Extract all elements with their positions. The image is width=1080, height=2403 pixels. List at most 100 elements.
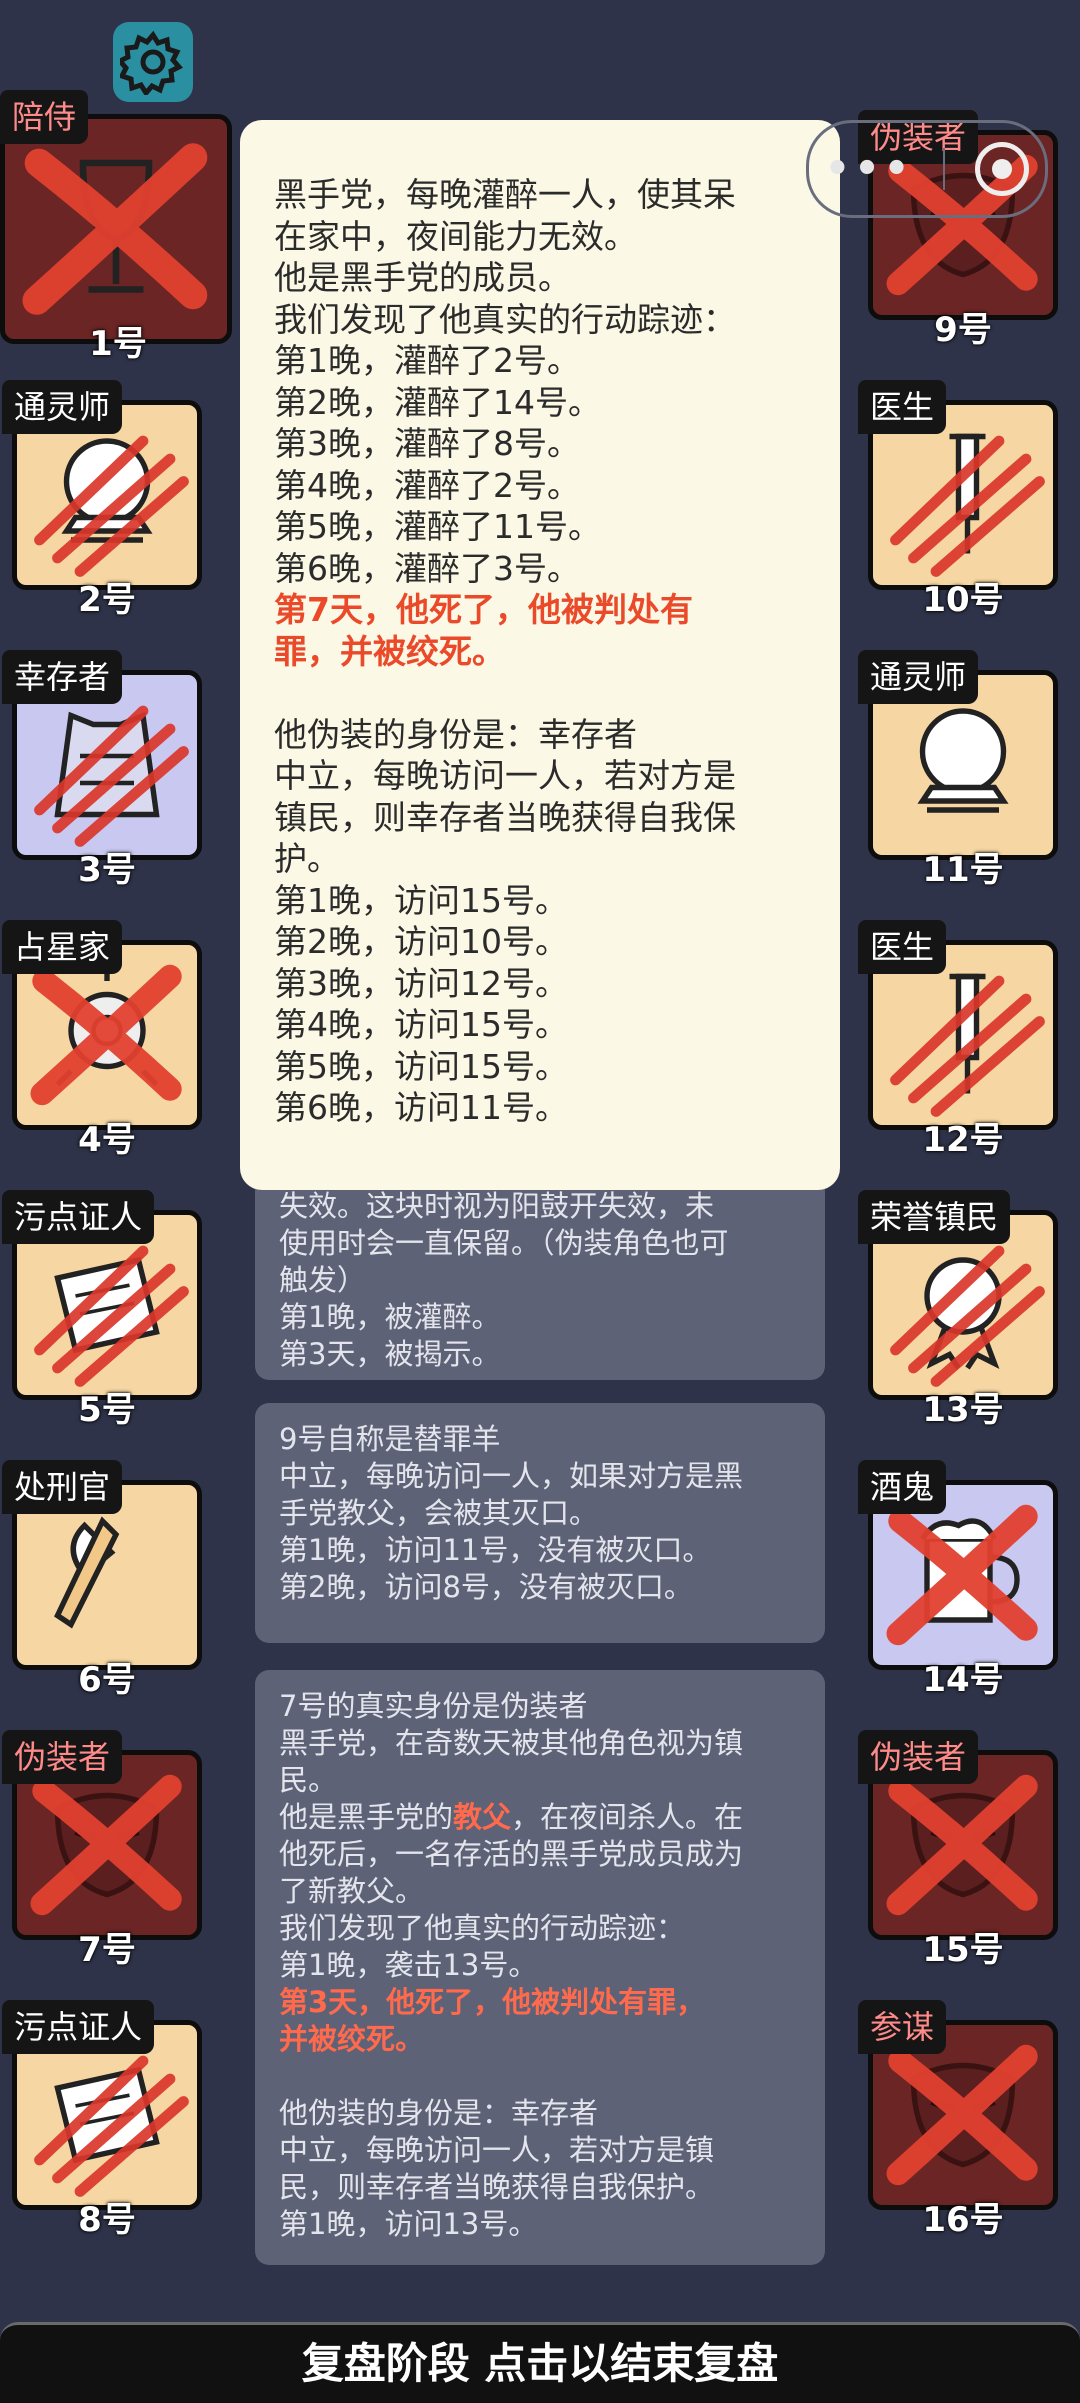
popup-line: 第2晚，访问10号。 xyxy=(274,922,568,961)
popup-line: 黑手党，每晚灌醉一人，使其呆 xyxy=(274,175,736,214)
role-label: 处刑官 xyxy=(2,1460,123,1514)
player-slot-p7[interactable]: 伪装者 7号 xyxy=(2,1730,212,1970)
role-label: 荣誉镇民 xyxy=(858,1190,1011,1244)
player-slot-p14[interactable]: 酒鬼 14号 xyxy=(858,1460,1068,1700)
popup-line: 他是黑手党的成员。 xyxy=(274,258,571,297)
player-number: 14号 xyxy=(922,1660,1004,1700)
popup-line: 第3晚，灌醉了8号。 xyxy=(274,424,580,463)
popup-line: 第2晚，灌醉了14号。 xyxy=(274,382,601,422)
player-number: 8号 xyxy=(78,2200,136,2240)
log-line: 他是黑手党的教父，在夜间杀人。在 xyxy=(279,1800,744,1834)
role-label: 伪装者 xyxy=(2,1730,123,1784)
player-slot-p1[interactable]: 陪侍 1号 xyxy=(0,90,236,364)
replay-log-card: 9号自称是替罪羊 中立，每晚访问一人，如果对方是黑 手党教父，会被其灭口。 第1晚，访… xyxy=(255,1403,825,1643)
popup-line: 罪，并被绞死。 xyxy=(274,631,505,671)
player-number: 13号 xyxy=(922,1390,1004,1430)
log-line: 中立，每晚访问一人，若对方是镇 xyxy=(279,2133,715,2167)
role-label: 医生 xyxy=(858,380,947,434)
role-label: 酒鬼 xyxy=(858,1460,947,1514)
player-number: 10号 xyxy=(922,580,1004,620)
replay-log-card: 失效。这块时视为阳鼓开失效，未 使用时会一直保留。（伪装角色也可 触发） 第1晚，被灌… xyxy=(255,1170,825,1380)
player-number: 7号 xyxy=(78,1930,136,1970)
log-line: 他死后，一名存活的黑手党成员成为 xyxy=(279,1837,744,1871)
log-line: 黑手党，在奇数天被其他角色视为镇 xyxy=(279,1726,744,1760)
popup-line: 第5晚，访问15号。 xyxy=(274,1046,568,1086)
player-slot-p16[interactable]: 参谋 16号 xyxy=(858,2000,1068,2240)
player-slot-p5[interactable]: 污点证人 5号 xyxy=(2,1190,212,1430)
player-slot-p12[interactable]: 医生 12号 xyxy=(858,920,1068,1160)
more-menu-icon[interactable]: ••• xyxy=(825,146,914,192)
log-line: 民。 xyxy=(279,1763,338,1797)
role-label: 参谋 xyxy=(858,2000,947,2054)
popup-line: 我们发现了他真实的行动踪迹： xyxy=(274,299,736,339)
player-slot-p15[interactable]: 伪装者 15号 xyxy=(858,1730,1068,1970)
player-slot-p11[interactable]: 通灵师 11号 xyxy=(858,650,1068,890)
role-label: 污点证人 xyxy=(2,2000,155,2054)
log-line: 并被绞死。 xyxy=(279,2022,425,2056)
role-detail-popup[interactable]: 黑手党，每晚灌醉一人，使其呆 在家中，夜间能力无效。 他是黑手党的成员。 我们发现了他… xyxy=(240,120,840,1190)
popup-line: 第4晚，灌醉了2号。 xyxy=(274,465,580,505)
popup-line: 护。 xyxy=(274,839,340,878)
popup-line: 第1晚，访问15号。 xyxy=(274,880,568,920)
log-line: 9号自称是替罪羊 xyxy=(279,1422,501,1456)
popup-line: 第6晚，灌醉了3号。 xyxy=(274,548,580,588)
player-number: 9号 xyxy=(934,310,992,350)
player-number: 5号 xyxy=(78,1390,136,1430)
popup-line: 第6晚，访问11号。 xyxy=(274,1088,568,1127)
log-line: 失效。这块时视为阳鼓开失效，未 xyxy=(279,1189,715,1223)
popup-line xyxy=(274,672,806,714)
replay-log-card: 7号的真实身份是伪装者 黑手党，在奇数天被其他角色视为镇 民。 他是黑手党的教父，在夜… xyxy=(255,1670,825,2265)
player-slot-p2[interactable]: 通灵师 2号 xyxy=(2,380,212,620)
player-number: 15号 xyxy=(922,1930,1004,1970)
player-number: 12号 xyxy=(922,1120,1004,1160)
log-line: 我们发现了他真实的行动踪迹： xyxy=(279,1911,686,1945)
player-slot-p3[interactable]: 幸存者 3号 xyxy=(2,650,212,890)
player-slot-p6[interactable]: 处刑官 6号 xyxy=(2,1460,212,1700)
popup-line: 中立，每晚访问一人，若对方是 xyxy=(274,756,736,795)
log-line: 中立，每晚访问一人，如果对方是黑 xyxy=(279,1459,744,1493)
log-line: 使用时会一直保留。（伪装角色也可 xyxy=(279,1226,729,1260)
player-number: 3号 xyxy=(78,850,136,890)
player-slot-p4[interactable]: 占星家 4号 xyxy=(2,920,212,1160)
role-label: 通灵师 xyxy=(2,380,123,434)
log-line: 第1晚，访问13号。 xyxy=(279,2207,538,2241)
popup-line: 镇民，则幸存者当晚获得自我保 xyxy=(274,797,736,837)
log-line: 第3天，被揭示。 xyxy=(279,1337,501,1371)
popup-line: 第3晚，访问12号。 xyxy=(274,963,568,1003)
end-replay-button[interactable]: 复盘阶段 点击以结束复盘 xyxy=(0,2322,1080,2403)
log-line: 了新教父。 xyxy=(279,1874,425,1908)
player-number: 2号 xyxy=(78,580,136,620)
popup-line: 第7天，他死了，他被判处有 xyxy=(274,590,693,629)
popup-line: 他伪装的身份是：幸存者 xyxy=(274,714,637,754)
log-line: 触发） xyxy=(279,1263,367,1297)
player-number: 16号 xyxy=(922,2200,1004,2240)
popup-text: 黑手党，每晚灌醉一人，使其呆 在家中，夜间能力无效。 他是黑手党的成员。 我们发现了他… xyxy=(274,174,806,1129)
log-line: 手党教父，会被其灭口。 xyxy=(279,1496,599,1530)
player-slot-p13[interactable]: 荣誉镇民 13号 xyxy=(858,1190,1068,1430)
mini-program-capsule[interactable]: ••• xyxy=(806,120,1048,218)
log-line: 第1晚，被灌醉。 xyxy=(279,1300,501,1334)
player-number: 1号 xyxy=(89,324,147,364)
log-line: 第3天，他死了，他被判处有罪， xyxy=(279,1985,706,2019)
gear-icon xyxy=(120,30,183,95)
role-label: 污点证人 xyxy=(2,1190,155,1244)
player-number: 6号 xyxy=(78,1660,136,1700)
popup-line: 第1晚，灌醉了2号。 xyxy=(274,341,580,380)
role-label: 幸存者 xyxy=(2,650,123,704)
log-line: 7号的真实身份是伪装者 xyxy=(279,1689,588,1723)
popup-line: 第5晚，灌醉了11号。 xyxy=(274,507,601,546)
log-line: 第2晚，访问8号，没有被灭口。 xyxy=(279,1570,693,1604)
role-label: 医生 xyxy=(858,920,947,974)
role-label: 通灵师 xyxy=(858,650,979,704)
role-card xyxy=(0,114,232,344)
dead-x-mark xyxy=(22,143,208,315)
role-label: 陪侍 xyxy=(0,90,89,144)
player-slot-p8[interactable]: 污点证人 8号 xyxy=(2,2000,212,2240)
capsule-divider xyxy=(943,148,946,190)
player-slot-p10[interactable]: 医生 10号 xyxy=(858,380,1068,620)
log-line: 民，则幸存者当晚获得自我保护。 xyxy=(279,2170,715,2204)
role-label: 占星家 xyxy=(2,920,123,974)
player-number: 4号 xyxy=(78,1120,136,1160)
close-target-icon[interactable] xyxy=(975,142,1030,196)
